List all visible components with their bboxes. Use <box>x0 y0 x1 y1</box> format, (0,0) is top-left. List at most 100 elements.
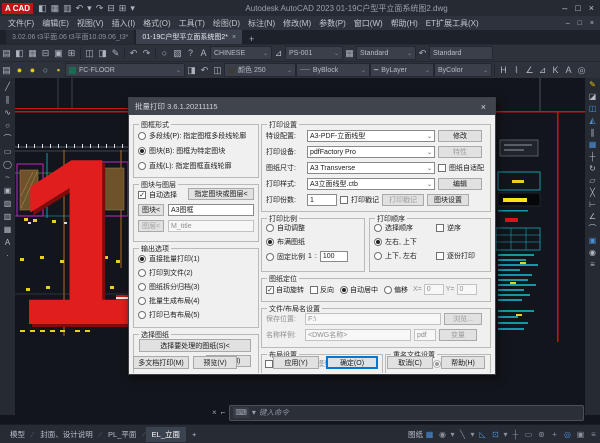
auto-sequence-radio[interactable] <box>433 360 441 368</box>
radio-line[interactable]: 直线(L): 指定图框直线轮廓 <box>138 161 231 171</box>
file-tab-active[interactable]: 01-19C户型平立面系统图2*× <box>136 29 242 44</box>
redo-icon[interactable]: ↷ <box>94 3 106 14</box>
mirror-checkbox[interactable] <box>310 286 318 294</box>
radio-icon[interactable] <box>138 162 146 170</box>
help-button[interactable]: 帮助(H) <box>441 356 485 369</box>
page-setup-icon[interactable]: ⊿ <box>272 48 285 59</box>
radio-block[interactable]: 图块(B): 图框为特定图块 <box>138 146 225 156</box>
command-caret-icon[interactable]: ▾ <box>252 408 256 417</box>
offset-radio[interactable] <box>384 286 392 294</box>
layer-lock-icon[interactable]: ▪ <box>52 65 65 75</box>
dim-style-select[interactable]: Standard⌄ <box>356 46 416 60</box>
undo-icon[interactable]: ↶ <box>127 48 140 59</box>
open-icon[interactable]: ◧ <box>36 3 49 14</box>
qat-caret-icon[interactable]: ▾ <box>128 3 137 14</box>
array-icon[interactable]: ▦ <box>589 140 597 149</box>
radio-print-to-file[interactable]: 打印到文件(2) <box>138 268 193 278</box>
new-tab-button[interactable]: + <box>244 34 259 44</box>
zoom-icon[interactable]: ○ <box>158 48 171 58</box>
circle-icon[interactable]: ○ <box>5 121 10 130</box>
menu-insert[interactable]: 插入(I) <box>112 18 136 29</box>
layer-name-input[interactable]: M_title <box>168 220 254 232</box>
extend-icon[interactable]: ⊢ <box>589 200 596 209</box>
x-offset-input[interactable]: 0 <box>424 284 444 295</box>
paste-icon[interactable]: ◨ <box>96 48 109 59</box>
edit-style-button[interactable]: 编辑 <box>438 178 482 190</box>
layer-button[interactable]: 图层< <box>138 220 164 232</box>
rectangle-icon[interactable]: ▭ <box>4 147 12 156</box>
radio-auto-scale[interactable]: 自动调整 <box>266 223 305 233</box>
polar-caret-icon[interactable]: ▾ <box>469 430 476 439</box>
make-layer-icon[interactable]: ◨ <box>185 65 198 76</box>
fit-paper-checkbox[interactable] <box>438 164 446 172</box>
checkbox-icon[interactable] <box>436 252 444 260</box>
layout-tab-plan[interactable]: PL_平面 <box>102 427 142 442</box>
menu-draw[interactable]: 绘图(D) <box>213 18 240 29</box>
color-select[interactable]: 颜色 250⌄ <box>224 63 296 77</box>
menu-tools[interactable]: 工具(T) <box>179 18 205 29</box>
radio-icon[interactable] <box>138 297 146 305</box>
menu-modify[interactable]: 修改(M) <box>283 18 311 29</box>
help-icon[interactable]: ? <box>184 48 197 58</box>
radio-icon[interactable] <box>138 283 146 291</box>
block-button[interactable]: 图块< <box>138 204 164 216</box>
auto-rotate-checkbox[interactable] <box>266 286 274 294</box>
menu-format[interactable]: 格式(O) <box>143 18 171 29</box>
y-offset-input[interactable]: 0 <box>457 284 477 295</box>
save-all-icon[interactable]: ▥ <box>61 3 74 14</box>
iterate-layouts-checkbox[interactable] <box>265 360 273 368</box>
menu-dimension[interactable]: 标注(N) <box>248 18 275 29</box>
ok-button[interactable]: 确定(O) <box>326 356 378 369</box>
radio-icon[interactable] <box>374 238 382 246</box>
properties-button[interactable]: 特性 <box>438 146 482 158</box>
layer-select[interactable]: FC-FLOOR⌄ <box>65 63 185 77</box>
auto-center-radio[interactable] <box>340 286 348 294</box>
radio-icon[interactable] <box>138 147 146 155</box>
menu-file[interactable]: 文件(F) <box>8 18 34 29</box>
radio-lr-tb[interactable]: 左右, 上下 <box>374 237 417 247</box>
layers-icon[interactable]: ▧ <box>171 48 184 59</box>
menu-help[interactable]: 帮助(H) <box>391 18 418 29</box>
ordinate-dim-icon[interactable]: ⊿ <box>536 65 549 76</box>
ellipse-icon[interactable]: ◯ <box>3 160 12 169</box>
undo-icon[interactable]: ↶ <box>74 3 86 14</box>
copy-icon[interactable]: ◫ <box>589 104 597 113</box>
radio-polyline[interactable]: 多段线(P): 指定图框多段线轮廓 <box>138 131 246 141</box>
isolate-objects-icon[interactable]: ◎ <box>561 430 574 439</box>
radio-fit-paper[interactable]: 布满图纸 <box>266 237 305 247</box>
tab-close-icon[interactable]: × <box>232 34 236 41</box>
block-icon[interactable]: ▣ <box>589 236 597 245</box>
ortho-icon[interactable]: ◺ <box>476 430 489 439</box>
reverse-checkbox[interactable]: 逆序 <box>436 223 461 233</box>
radius-dim-icon[interactable]: Κ <box>549 65 562 75</box>
dim-style-icon[interactable]: ▦ <box>343 48 356 59</box>
dialog-close-icon[interactable]: × <box>472 102 495 112</box>
radio-icon[interactable] <box>266 224 274 232</box>
menu-view[interactable]: 视图(V) <box>77 18 104 29</box>
select-sheets-button[interactable]: 选择要处理的图纸(S)< <box>139 339 251 352</box>
modify-button[interactable]: 修改 <box>438 130 482 142</box>
radio-icon[interactable] <box>266 238 274 246</box>
pencil-icon[interactable]: ✎ <box>589 80 596 89</box>
apply-button[interactable]: 应用(Y) <box>273 356 319 369</box>
mirror-icon[interactable]: ◭ <box>589 116 595 125</box>
radio-create-layouts[interactable]: 批量生成布局(4) <box>138 296 200 306</box>
hatch-icon[interactable]: ▨ <box>4 199 12 208</box>
block-settings-button[interactable]: 图块设置 <box>427 194 469 206</box>
annotation-icon[interactable]: ▭ <box>522 430 535 439</box>
autocad-logo-icon[interactable]: A CAD <box>2 3 33 14</box>
paper-size-select[interactable]: A3 Transverse⌄ <box>307 162 435 174</box>
layer-iso-icon[interactable]: ◫ <box>211 65 224 76</box>
undo-caret-icon[interactable]: ▾ <box>85 3 94 14</box>
standard-select[interactable]: Standard <box>429 46 493 60</box>
plot-icon[interactable]: ⊟ <box>39 48 52 59</box>
annotation-plus-icon[interactable]: + <box>548 430 561 439</box>
menu-parametric[interactable]: 参数(P) <box>319 18 346 29</box>
radio-icon[interactable] <box>138 255 146 263</box>
maximize-button[interactable]: □ <box>575 3 580 13</box>
radio-icon[interactable] <box>374 224 382 232</box>
open-icon[interactable]: ◧ <box>13 48 26 59</box>
cancel-button[interactable]: 取消(C) <box>387 356 433 369</box>
trim-icon[interactable]: ╳ <box>590 188 595 197</box>
collate-checkbox[interactable]: 逐份打印 <box>436 251 475 261</box>
